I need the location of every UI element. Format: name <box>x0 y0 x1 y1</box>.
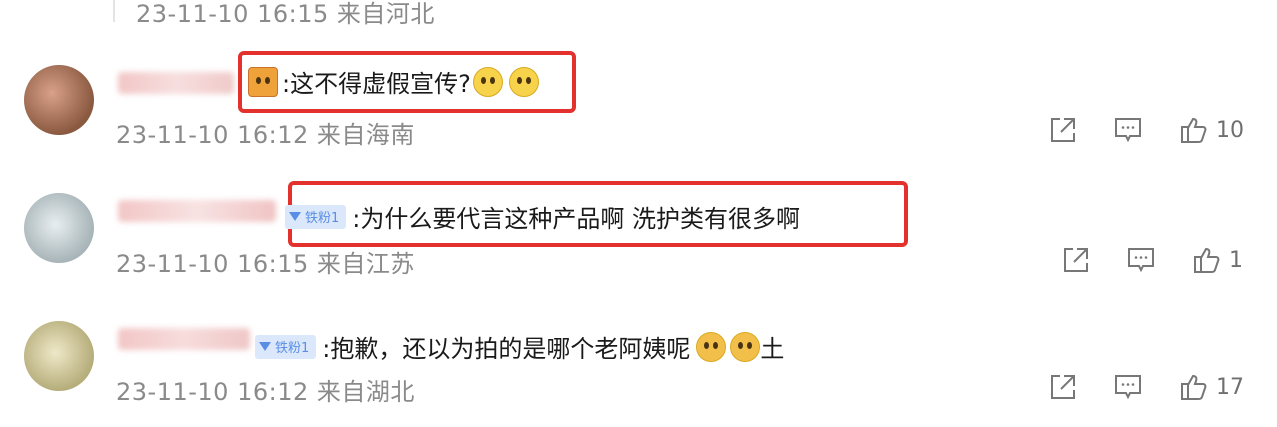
share-icon[interactable] <box>1061 245 1091 275</box>
comment-body: :为什么要代言这种产品啊 洗护类有很多啊 <box>352 205 800 233</box>
comment-suffix: 土 <box>760 335 785 363</box>
comment-actions: 17 <box>1048 372 1244 402</box>
diamond-icon <box>289 212 301 221</box>
fan-badge[interactable]: 铁粉1 <box>255 334 317 359</box>
like-count: 1 <box>1229 247 1243 273</box>
comment-text: 铁粉1 :为什么要代言这种产品啊 洗护类有很多啊 <box>285 199 800 234</box>
thread-line <box>113 0 115 22</box>
reply-meta: 23-11-10 16:15 来自河北 <box>136 0 435 28</box>
share-icon[interactable] <box>1048 372 1078 402</box>
share-icon[interactable] <box>1048 115 1078 145</box>
comment-actions: 10 <box>1048 115 1244 145</box>
comment-icon[interactable] <box>1113 115 1143 145</box>
username-blurred[interactable] <box>118 328 250 350</box>
comment-body: :抱歉，还以为拍的是哪个老阿姨呢 <box>322 335 691 363</box>
diamond-icon <box>259 342 271 351</box>
comment-text: 铁粉1 :抱歉，还以为拍的是哪个老阿姨呢 土 <box>255 329 784 364</box>
comment-meta: 23-11-10 16:12 来自海南 <box>116 121 415 149</box>
like-count: 10 <box>1216 117 1244 143</box>
comment-body: :这不得虚假宣传? <box>282 70 471 98</box>
comment-text: :这不得虚假宣传? <box>246 64 539 99</box>
comment-actions: 1 <box>1061 245 1243 275</box>
thumbs-up-icon[interactable] <box>1178 115 1208 145</box>
avatar[interactable] <box>24 321 94 391</box>
comment-icon[interactable] <box>1113 372 1143 402</box>
emoji-icon <box>696 331 727 362</box>
emoji-icon <box>472 66 503 97</box>
comment-meta: 23-11-10 16:15 来自江苏 <box>116 250 415 278</box>
thumbs-up-icon[interactable] <box>1191 245 1221 275</box>
username-blurred[interactable] <box>118 200 276 222</box>
thumbs-up-icon[interactable] <box>1178 372 1208 402</box>
emoji-icon <box>508 66 539 97</box>
crown-badge-icon <box>248 66 278 97</box>
username-blurred[interactable] <box>118 72 234 94</box>
emoji-icon <box>730 331 761 362</box>
comment-meta: 23-11-10 16:12 来自湖北 <box>116 378 415 406</box>
badge-label: 铁粉1 <box>275 341 310 356</box>
avatar[interactable] <box>24 65 94 135</box>
comment-icon[interactable] <box>1126 245 1156 275</box>
avatar[interactable] <box>24 193 94 263</box>
fan-badge[interactable]: 铁粉1 <box>285 204 347 229</box>
like-count: 17 <box>1216 374 1244 400</box>
badge-label: 铁粉1 <box>305 211 340 226</box>
